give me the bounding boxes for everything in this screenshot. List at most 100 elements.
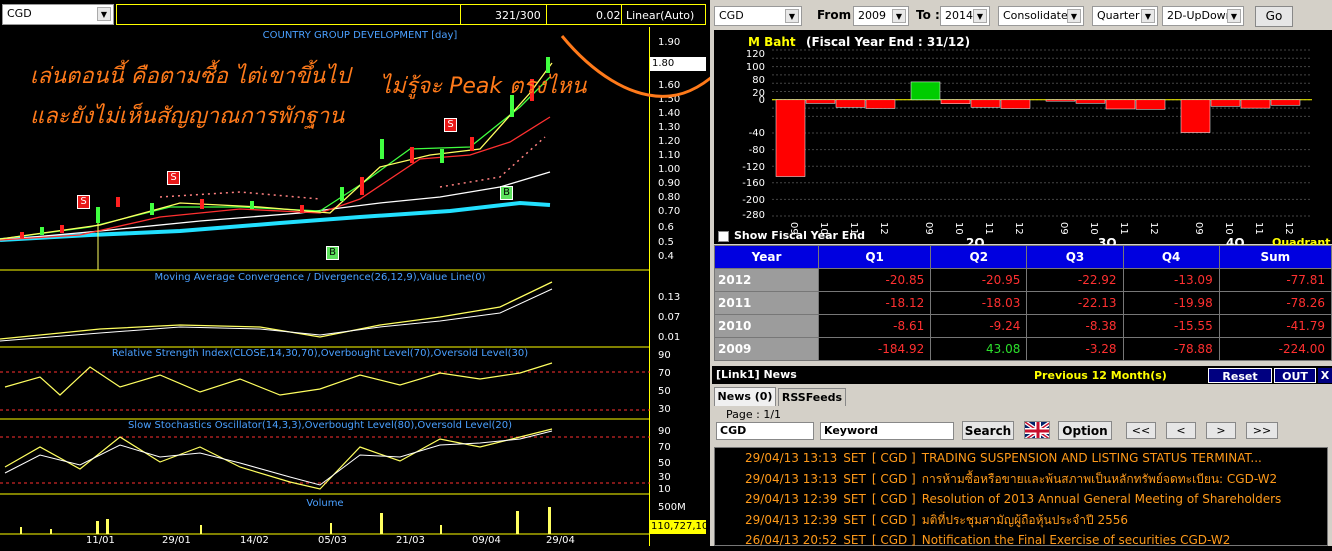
period-select[interactable]: Quarter ▼	[1092, 6, 1158, 26]
table-row[interactable]: 2009 -184.92 43.08 -3.28 -78.88 -224.00	[714, 337, 1332, 361]
chart-info-divider	[460, 4, 461, 25]
date-axis-label: 09/04	[472, 535, 501, 546]
fin-bar[interactable]	[865, 99, 896, 109]
last-page-button[interactable]: >>	[1246, 422, 1278, 439]
fin-bar[interactable]	[970, 99, 1001, 108]
date-axis-label: 21/03	[396, 535, 425, 546]
first-page-button[interactable]: <<	[1126, 422, 1156, 439]
fin-bar[interactable]	[1075, 99, 1106, 104]
fin-xtick: 11	[1253, 222, 1264, 235]
stoch-title: Slow Stochastics Oscillator(14,3,3),Over…	[127, 420, 513, 431]
chevron-down-icon[interactable]: ▼	[973, 9, 987, 23]
news-text: Resolution of 2013 Annual General Meetin…	[921, 492, 1282, 506]
volume-marker: 110,727,10	[650, 520, 709, 534]
news-item[interactable]: 26/04/13 20:52 SET [ CGD ] Notification the…	[715, 530, 1327, 551]
fin-bar[interactable]	[1210, 99, 1241, 107]
rsi-axis-label: 30	[658, 404, 671, 415]
news-symbol: [ CGD ]	[871, 492, 916, 506]
news-source: SET	[843, 492, 866, 506]
news-item[interactable]: 29/04/13 12:39 SET [ CGD ] มติที่ประชุมสามั…	[715, 510, 1327, 531]
date-axis-label: 29/01	[162, 535, 191, 546]
chevron-down-icon[interactable]: ▼	[785, 9, 799, 23]
news-symbol: [ CGD ]	[871, 512, 916, 527]
date-axis-label: 14/02	[240, 535, 269, 546]
table-row[interactable]: 2010 -8.61 -9.24 -8.38 -15.55 -41.79	[714, 314, 1332, 338]
news-time: 29/04/13 12:39	[745, 492, 838, 506]
view-select[interactable]: 2D-UpDown ▼	[1162, 6, 1244, 26]
table-cell: -78.26	[1218, 291, 1332, 315]
prev-page-button[interactable]: <	[1166, 422, 1196, 439]
table-cell: -9.24	[930, 314, 1028, 338]
close-icon[interactable]: X	[1318, 368, 1332, 383]
chevron-down-icon[interactable]: ▼	[892, 9, 906, 23]
fin-bar[interactable]	[835, 99, 866, 108]
reset-button[interactable]: Reset	[1208, 368, 1272, 383]
price-axis-label: 1.30	[658, 122, 681, 133]
table-row[interactable]: 2011 -18.12 -18.03 -22.13 -19.98 -78.26	[714, 291, 1332, 315]
table-cell: -41.79	[1218, 314, 1332, 338]
table-row[interactable]: 2012 -20.85 -20.95 -22.92 -13.09 -77.81	[714, 268, 1332, 292]
chevron-down-icon[interactable]: ▼	[97, 7, 111, 21]
fin-bar[interactable]	[1045, 99, 1076, 102]
date-axis-label: 11/01	[86, 535, 115, 546]
fin-symbol-select[interactable]: CGD ▼	[714, 6, 802, 26]
search-button[interactable]: Search	[962, 421, 1014, 440]
news-item[interactable]: 29/04/13 12:39 SET [ CGD ] Resolution of 20…	[715, 489, 1327, 510]
table-header: Q2	[930, 245, 1028, 269]
table-cell: -20.95	[930, 268, 1028, 292]
to-year-select[interactable]: 2014 ▼	[940, 6, 990, 26]
out-button[interactable]: OUT	[1274, 368, 1316, 383]
news-source: SET	[843, 512, 866, 527]
consolidation-select[interactable]: Consolidated ▼	[998, 6, 1084, 26]
next-page-button[interactable]: >	[1206, 422, 1236, 439]
news-keyword-input[interactable]: Keyword	[820, 422, 954, 440]
news-item[interactable]: 29/04/13 13:13 SET [ CGD ] TRADING SUSPENSI…	[715, 448, 1327, 469]
table-cell: -20.85	[817, 268, 932, 292]
show-fy-checkbox[interactable]	[718, 231, 729, 242]
fin-bar[interactable]	[1270, 99, 1301, 106]
macd-axis-label: 0.07	[658, 312, 681, 323]
fin-xtick: 10	[1223, 222, 1234, 235]
fin-xtick: 09	[1058, 222, 1069, 235]
chevron-down-icon[interactable]: ▼	[1227, 9, 1241, 23]
fin-bar[interactable]	[1135, 99, 1166, 110]
fin-bar[interactable]	[1240, 99, 1271, 109]
fin-bar[interactable]	[1000, 99, 1031, 109]
from-year-select[interactable]: 2009 ▼	[853, 6, 909, 26]
tab-news[interactable]: News (0)	[714, 387, 776, 406]
table-cell: -8.38	[1026, 314, 1124, 338]
option-button[interactable]: Option	[1058, 421, 1112, 440]
news-item[interactable]: 29/04/13 13:13 SET [ CGD ] การห้ามซื้อหรือข…	[715, 469, 1327, 490]
go-button[interactable]: Go	[1255, 6, 1293, 27]
table-cell: -3.28	[1026, 337, 1124, 361]
table-header: Year	[714, 245, 819, 269]
uk-flag-icon[interactable]	[1024, 421, 1050, 439]
fin-xtick: 11	[983, 222, 994, 235]
fin-bar[interactable]	[940, 99, 971, 104]
news-text: TRADING SUSPENSION AND LISTING STATUS TE…	[921, 451, 1262, 465]
rsi-axis-label: 50	[658, 386, 671, 397]
volume-axis-label: 500M	[658, 502, 686, 513]
table-year: 2011	[714, 291, 819, 315]
stoch-axis-label: 30	[658, 472, 671, 483]
fin-bar[interactable]	[1180, 99, 1211, 133]
chevron-down-icon[interactable]: ▼	[1141, 9, 1155, 23]
news-time: 26/04/13 20:52	[745, 533, 838, 547]
chart-symbol-select[interactable]: CGD ▼	[2, 4, 114, 25]
price-axis-label: 0.6	[658, 222, 674, 233]
fin-bar-chart[interactable]: 09 10 11 12 09 10 11 12 09 10 11 12 09 10 11 12	[714, 30, 1332, 244]
table-cell: -77.81	[1218, 268, 1332, 292]
news-source: SET	[843, 471, 866, 486]
chevron-down-icon[interactable]: ▼	[1067, 9, 1081, 23]
fin-bar[interactable]	[1105, 99, 1136, 110]
tab-rssfeeds[interactable]: RSSFeeds	[778, 388, 846, 406]
fin-bar[interactable]	[805, 99, 836, 104]
fin-bar[interactable]	[775, 99, 806, 177]
fin-bar[interactable]	[910, 81, 941, 101]
price-axis-label: 0.70	[658, 206, 681, 217]
sell-signal-marker: S	[77, 195, 90, 209]
news-symbol-input[interactable]: CGD	[716, 422, 814, 440]
table-header: Q4	[1122, 245, 1220, 269]
rsi-title: Relative Strength Index(CLOSE,14,30,70),…	[111, 348, 529, 359]
fin-xtick: 09	[1193, 222, 1204, 235]
